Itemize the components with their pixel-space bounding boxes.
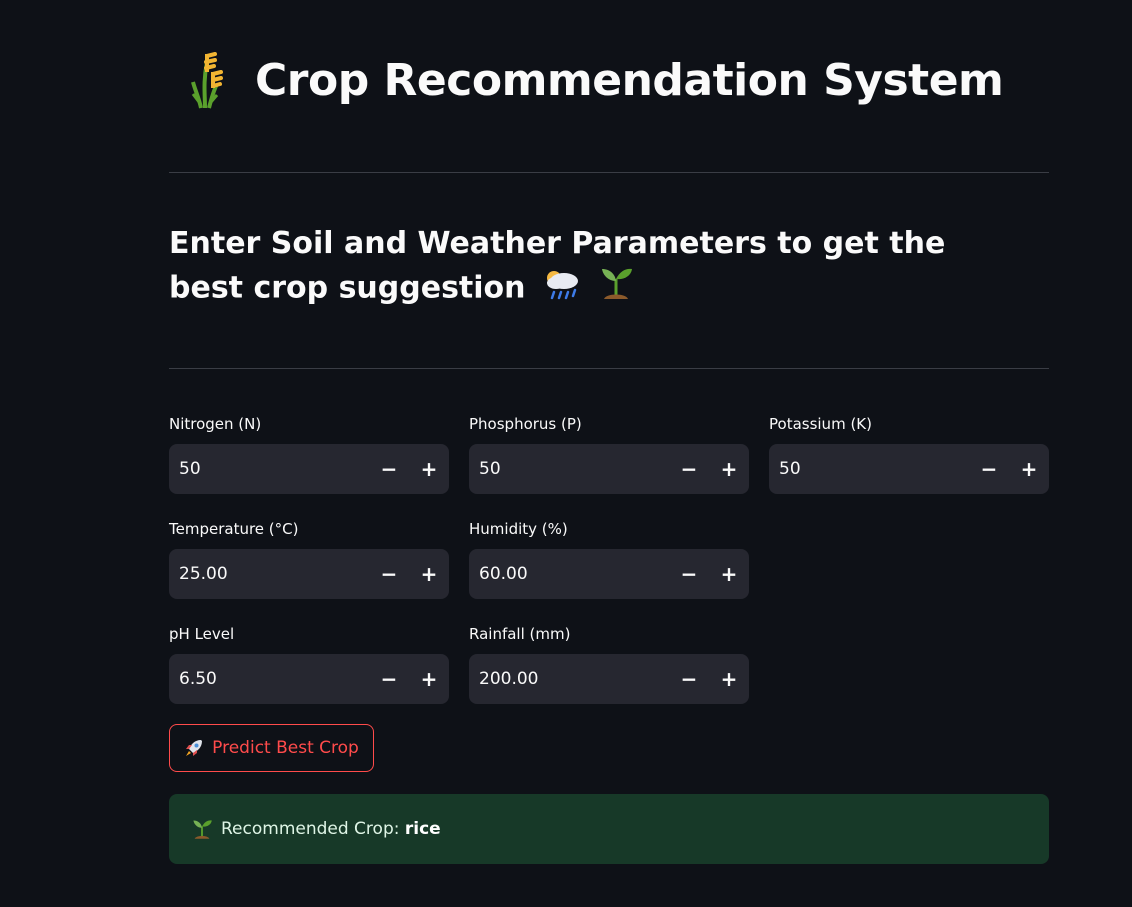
temperature-decrement-button[interactable]: − (369, 549, 409, 599)
sheaf-of-rice-icon (185, 50, 225, 110)
temperature-value[interactable]: 25.00 (179, 564, 369, 584)
nitrogen-increment-button[interactable]: + (409, 444, 449, 494)
potassium-increment-button[interactable]: + (1009, 444, 1049, 494)
humidity-increment-button[interactable]: + (709, 549, 749, 599)
potassium-value[interactable]: 50 (779, 459, 969, 479)
phosphorus-label: Phosphorus (P) (469, 415, 582, 433)
temperature-label: Temperature (°C) (169, 520, 299, 538)
potassium-field: Potassium (K) 50 − + (769, 414, 1049, 494)
ph-decrement-button[interactable]: − (369, 654, 409, 704)
result-alert: Recommended Crop: rice (169, 794, 1049, 864)
temperature-number-input[interactable]: 25.00 − + (169, 549, 449, 599)
ph-number-input[interactable]: 6.50 − + (169, 654, 449, 704)
temperature-field: Temperature (°C) 25.00 − + (169, 519, 449, 599)
phosphorus-decrement-button[interactable]: − (669, 444, 709, 494)
potassium-decrement-button[interactable]: − (969, 444, 1009, 494)
nitrogen-field: Nitrogen (N) 50 − + (169, 414, 449, 494)
ph-value[interactable]: 6.50 (179, 669, 369, 689)
phosphorus-number-input[interactable]: 50 − + (469, 444, 749, 494)
ph-increment-button[interactable]: + (409, 654, 449, 704)
potassium-number-input[interactable]: 50 − + (769, 444, 1049, 494)
rocket-icon (184, 738, 204, 758)
recommended-crop-value: rice (404, 819, 441, 839)
humidity-value[interactable]: 60.00 (479, 564, 669, 584)
nitrogen-decrement-button[interactable]: − (369, 444, 409, 494)
humidity-decrement-button[interactable]: − (669, 549, 709, 599)
result-prefix: Recommended Crop: (221, 819, 405, 839)
rainfall-number-input[interactable]: 200.00 − + (469, 654, 749, 704)
humidity-number-input[interactable]: 60.00 − + (469, 549, 749, 599)
phosphorus-value[interactable]: 50 (479, 459, 669, 479)
phosphorus-field: Phosphorus (P) 50 − + (469, 414, 749, 494)
humidity-label: Humidity (%) (469, 520, 568, 538)
temperature-increment-button[interactable]: + (409, 549, 449, 599)
rainfall-increment-button[interactable]: + (709, 654, 749, 704)
predict-button[interactable]: Predict Best Crop (169, 724, 374, 772)
rainfall-label: Rainfall (mm) (469, 625, 571, 643)
rainfall-field: Rainfall (mm) 200.00 − + (469, 624, 749, 704)
predict-button-label: Predict Best Crop (212, 738, 359, 758)
nitrogen-number-input[interactable]: 50 − + (169, 444, 449, 494)
rainfall-value[interactable]: 200.00 (479, 669, 669, 689)
humidity-field: Humidity (%) 60.00 − + (469, 519, 749, 599)
ph-field: pH Level 6.50 − + (169, 624, 449, 704)
page-title-row: Crop Recommendation System (185, 44, 1004, 116)
seedling-icon (191, 818, 213, 840)
rainfall-decrement-button[interactable]: − (669, 654, 709, 704)
seedling-icon (598, 265, 634, 313)
nitrogen-value[interactable]: 50 (179, 459, 369, 479)
page-title: Crop Recommendation System (255, 54, 1004, 106)
result-text: Recommended Crop: rice (221, 819, 441, 839)
divider (169, 368, 1049, 369)
nitrogen-label: Nitrogen (N) (169, 415, 262, 433)
ph-label: pH Level (169, 625, 235, 643)
section-subheading: Enter Soil and Weather Parameters to get… (169, 222, 1029, 313)
cloud-with-rain-icon (542, 266, 582, 312)
divider (169, 172, 1049, 173)
phosphorus-increment-button[interactable]: + (709, 444, 749, 494)
potassium-label: Potassium (K) (769, 415, 872, 433)
